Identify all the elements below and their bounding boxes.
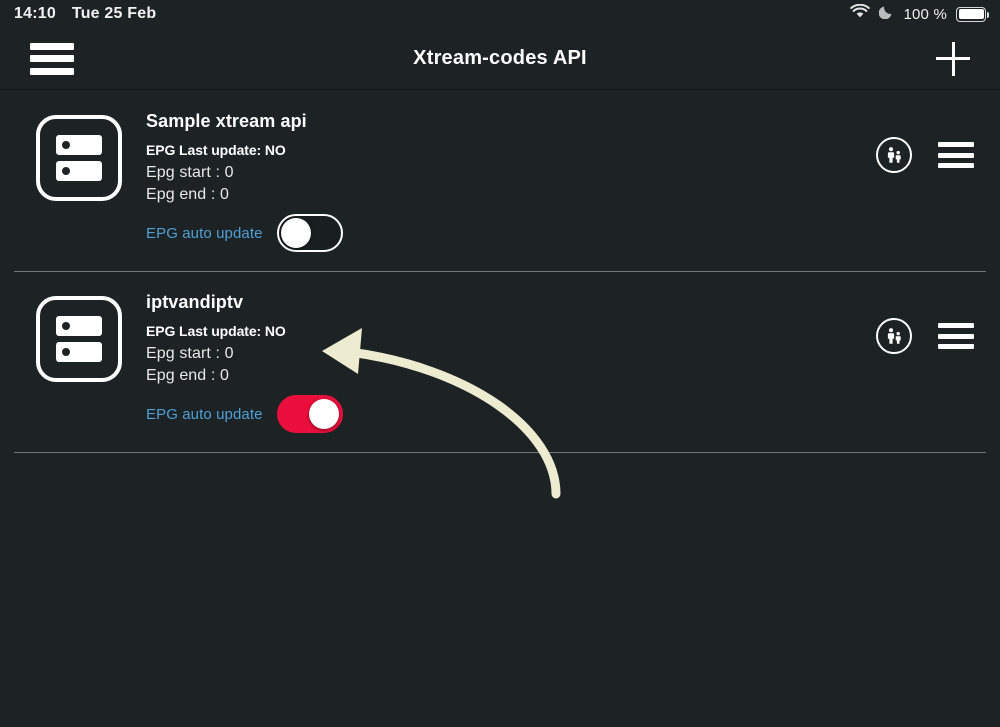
row-menu-bar-3 bbox=[938, 344, 974, 349]
page-title: Xtream-codes API bbox=[413, 47, 587, 69]
plus-icon[interactable] bbox=[932, 38, 974, 80]
playlist-name: Sample xtream api bbox=[146, 111, 307, 131]
epg-start: Epg start : 0 bbox=[146, 164, 234, 181]
row-menu-bar-2 bbox=[938, 333, 974, 339]
epg-last-update: EPG Last update: NO bbox=[146, 323, 286, 339]
status-time: 14:10 bbox=[14, 5, 56, 22]
playlist-list: Sample xtream api EPG Last update: NO Ep… bbox=[0, 91, 1000, 727]
app-root: 14:10 Tue 25 Feb 100 % Xtream-codes API … bbox=[0, 0, 1000, 727]
server-bar-bottom bbox=[56, 342, 102, 362]
server-icon bbox=[36, 296, 122, 382]
parental-control-icon[interactable] bbox=[876, 137, 912, 173]
epg-auto-update-row: EPG auto update bbox=[146, 395, 766, 433]
list-divider bbox=[14, 452, 986, 453]
row-menu-bar-3 bbox=[938, 163, 974, 168]
epg-end: Epg end : 0 bbox=[146, 186, 229, 203]
epg-auto-update-toggle[interactable] bbox=[276, 214, 343, 252]
toggle-knob bbox=[280, 218, 311, 248]
server-led-bottom bbox=[62, 348, 70, 356]
app-bar: Xtream-codes API bbox=[0, 28, 1000, 90]
server-bar-top bbox=[56, 316, 102, 336]
row-menu-bar-1 bbox=[938, 142, 974, 147]
battery-fill bbox=[958, 9, 984, 19]
list-item-body: Sample xtream api EPG Last update: NO Ep… bbox=[146, 111, 766, 252]
server-bar-top bbox=[56, 135, 102, 155]
battery-percentage: 100 % bbox=[903, 5, 947, 23]
status-bar: 14:10 Tue 25 Feb 100 % bbox=[0, 0, 1000, 28]
wifi-icon bbox=[850, 3, 871, 24]
server-led-top bbox=[62, 141, 70, 149]
list-item-body: iptvandiptv EPG Last update: NO Epg star… bbox=[146, 292, 766, 433]
list-item[interactable]: iptvandiptv EPG Last update: NO Epg star… bbox=[0, 272, 1000, 453]
list-item[interactable]: Sample xtream api EPG Last update: NO Ep… bbox=[0, 91, 1000, 272]
epg-auto-update-toggle[interactable] bbox=[276, 395, 343, 433]
playlist-name: iptvandiptv bbox=[146, 292, 244, 312]
status-bar-left: 14:10 Tue 25 Feb bbox=[14, 5, 156, 23]
status-bar-right: 100 % bbox=[850, 3, 989, 24]
server-led-top bbox=[62, 322, 70, 330]
epg-last-update: EPG Last update: NO bbox=[146, 142, 286, 158]
epg-auto-update-row: EPG auto update bbox=[146, 214, 766, 252]
row-menu-bar-2 bbox=[938, 152, 974, 158]
status-date: Tue 25 Feb bbox=[71, 5, 157, 22]
epg-auto-update-label: EPG auto update bbox=[146, 405, 263, 423]
row-menu-icon[interactable] bbox=[938, 142, 974, 168]
parental-control-icon[interactable] bbox=[876, 318, 912, 354]
server-led-bottom bbox=[62, 167, 70, 175]
row-menu-bar-1 bbox=[938, 323, 974, 328]
server-icon bbox=[36, 115, 122, 201]
battery-full-icon bbox=[956, 6, 989, 22]
server-bar-bottom bbox=[56, 161, 102, 181]
moon-icon bbox=[879, 4, 894, 24]
epg-start: Epg start : 0 bbox=[146, 345, 234, 362]
row-menu-icon[interactable] bbox=[938, 323, 974, 349]
toggle-knob bbox=[308, 399, 339, 429]
epg-auto-update-label: EPG auto update bbox=[146, 224, 263, 242]
list-item-actions bbox=[876, 137, 974, 173]
epg-end: Epg end : 0 bbox=[146, 367, 229, 384]
list-item-actions bbox=[876, 318, 974, 354]
